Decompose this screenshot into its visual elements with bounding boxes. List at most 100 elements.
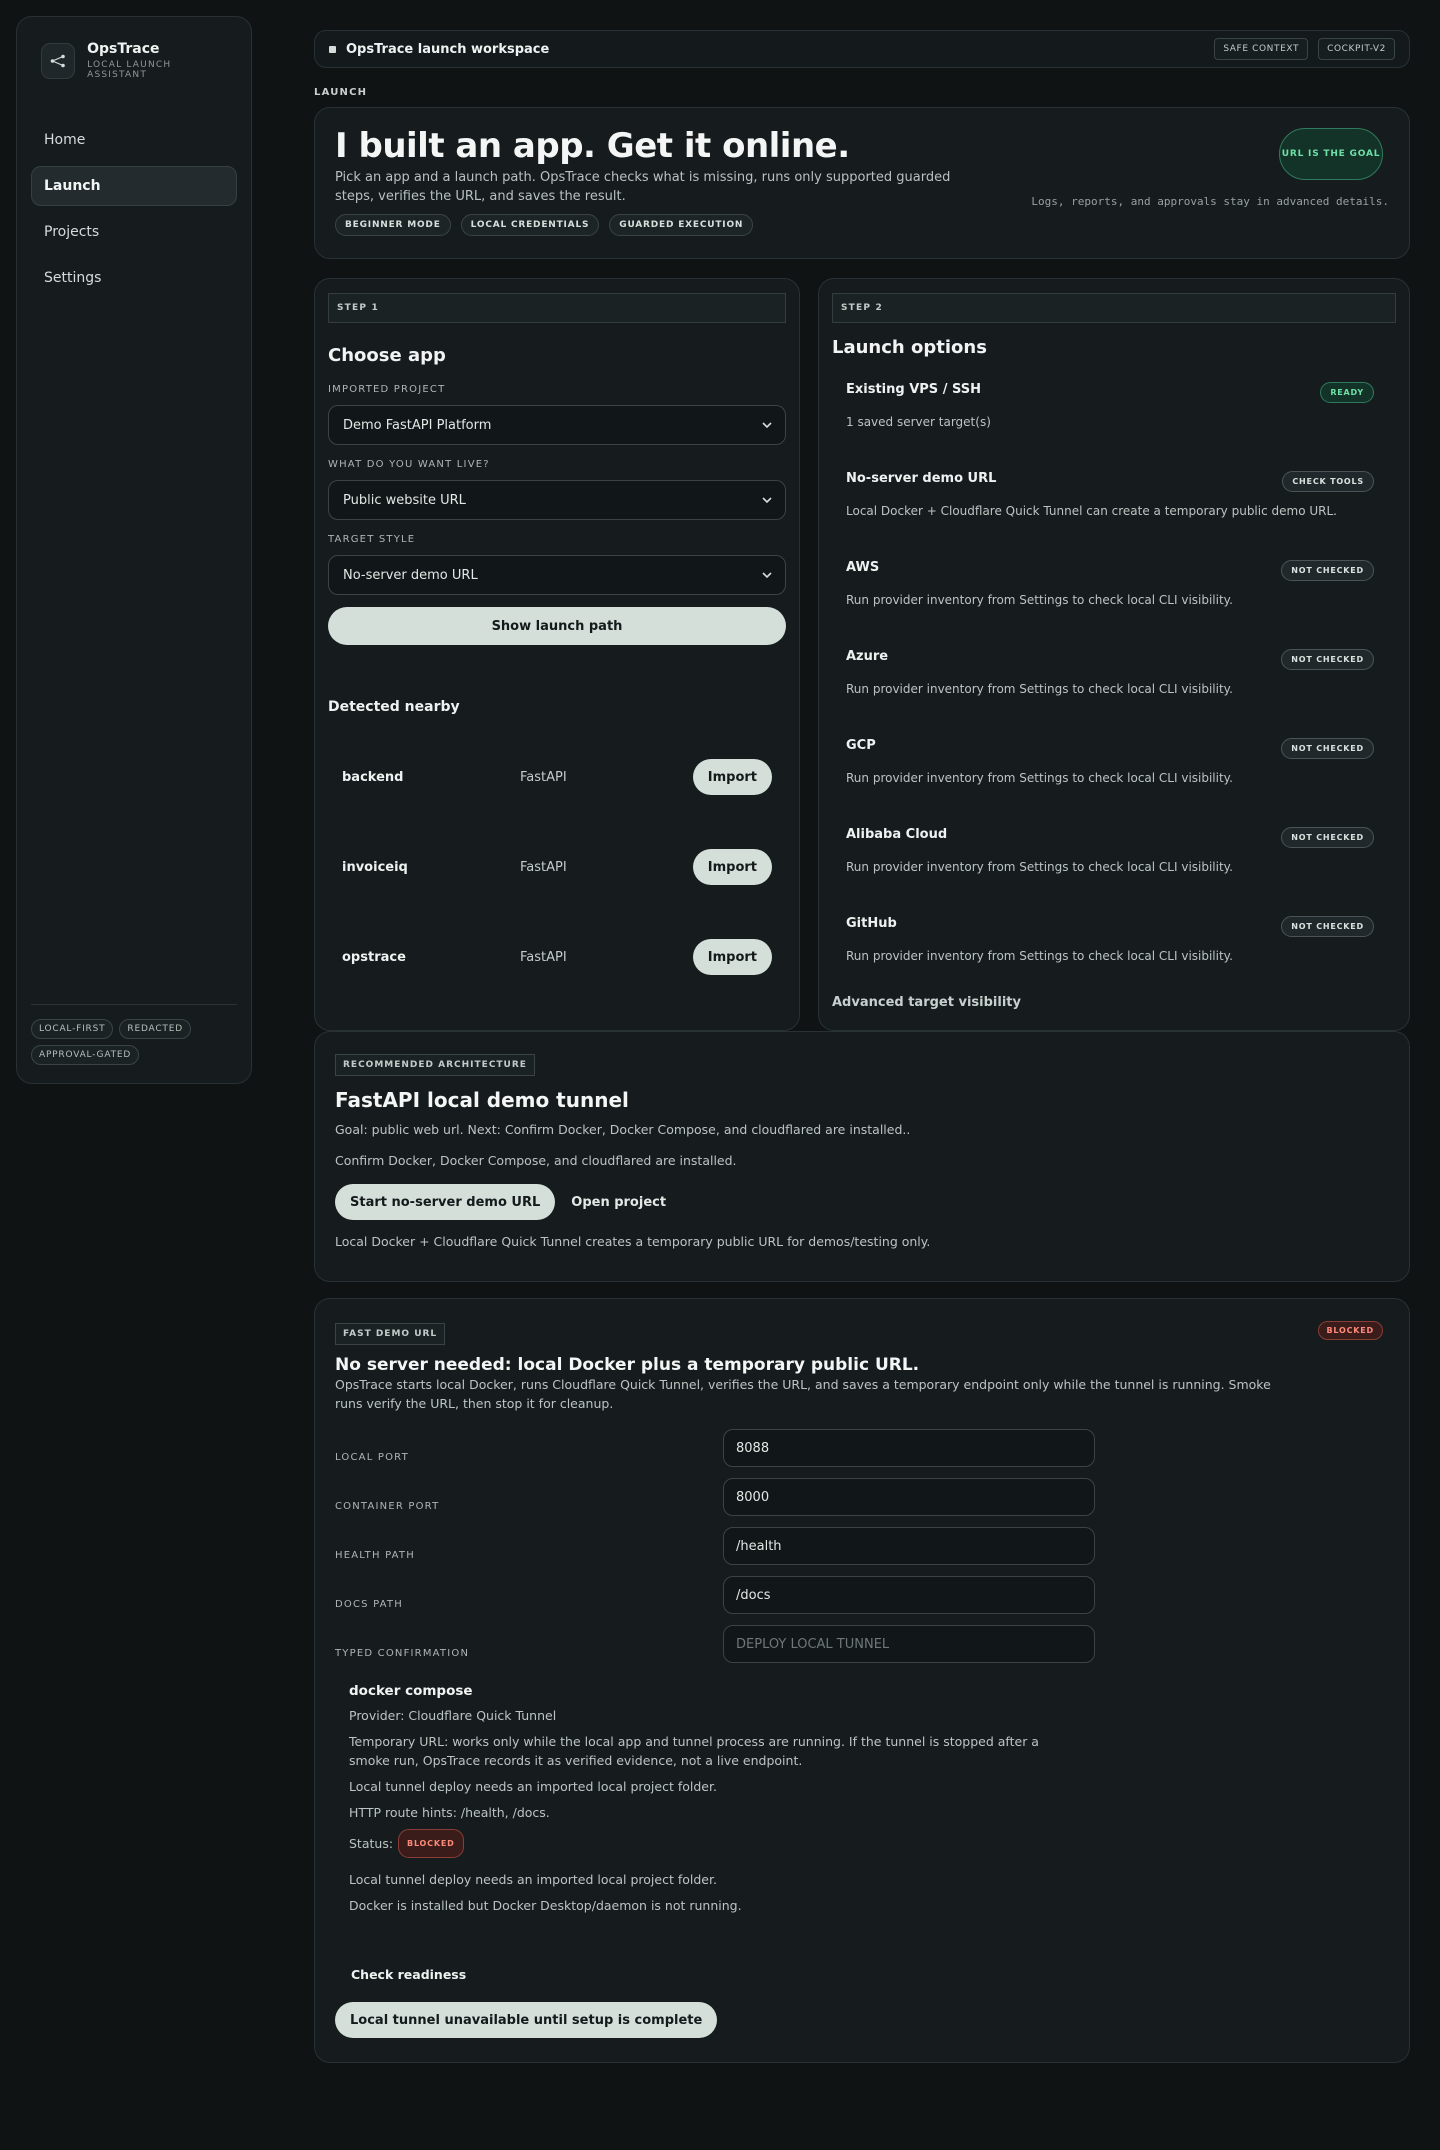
nearby-item: opstrace FastAPI Import	[328, 912, 786, 1002]
launch-option-azure[interactable]: Azure NOT CHECKED Run provider inventory…	[832, 635, 1396, 724]
nearby-framework: FastAPI	[520, 949, 567, 965]
step1-title: Choose app	[328, 345, 446, 366]
form-row-typed-confirmation: TYPED CONFIRMATION DEPLOY LOCAL TUNNEL	[335, 1614, 1389, 1663]
nearby-name: backend	[342, 769, 404, 785]
nearby-name: opstrace	[342, 949, 406, 965]
fast-demo-description: OpsTrace starts local Docker, runs Cloud…	[335, 1377, 1271, 1411]
want-live-select[interactable]: Public website URL	[328, 480, 786, 520]
health-path-input[interactable]: /health	[723, 1527, 1095, 1565]
step2-card: STEP 2 Launch options Existing VPS / SSH…	[818, 278, 1410, 1031]
option-description: Run provider inventory from Settings to …	[846, 949, 1233, 963]
import-button[interactable]: Import	[692, 849, 772, 885]
status-badge: NOT CHECKED	[1281, 916, 1374, 937]
option-description: 1 saved server target(s)	[846, 415, 991, 429]
launch-option-alibaba[interactable]: Alibaba Cloud NOT CHECKED Run provider i…	[832, 813, 1396, 902]
container-port-input[interactable]: 8000	[723, 1478, 1095, 1516]
tunnel-details: docker compose Provider: Cloudflare Quic…	[335, 1683, 1389, 1982]
detected-nearby-title: Detected nearby	[328, 699, 460, 715]
option-description: Run provider inventory from Settings to …	[846, 771, 1233, 785]
square-icon	[329, 45, 336, 53]
typed-confirmation-input[interactable]: DEPLOY LOCAL TUNNEL	[723, 1625, 1095, 1663]
show-launch-path-button[interactable]: Show launch path	[328, 607, 786, 645]
container-port-label: CONTAINER PORT	[335, 1501, 440, 1512]
details-status: Status: BLOCKED	[349, 1829, 1069, 1858]
main-nav: Home Launch Projects Settings	[31, 120, 237, 298]
option-name: Existing VPS / SSH	[846, 382, 981, 397]
launch-option-vps[interactable]: Existing VPS / SSH READY 1 saved server …	[832, 368, 1396, 457]
share-icon	[41, 42, 76, 79]
imported-project-select[interactable]: Demo FastAPI Platform	[328, 405, 786, 445]
form-row-container-port: CONTAINER PORT 8000	[335, 1467, 1389, 1516]
docs-path-input[interactable]: /docs	[723, 1576, 1095, 1614]
start-demo-url-button[interactable]: Start no-server demo URL	[335, 1184, 556, 1220]
target-style-value: No-server demo URL	[343, 567, 478, 583]
chevron-down-icon	[762, 497, 772, 504]
import-button[interactable]: Import	[692, 939, 772, 975]
nav-item-projects[interactable]: Projects	[31, 212, 237, 252]
chip-cockpit-version: COCKPIT-V2	[1318, 38, 1395, 60]
status-badge: CHECK TOOLS	[1282, 471, 1374, 492]
launch-option-gcp[interactable]: GCP NOT CHECKED Run provider inventory f…	[832, 724, 1396, 813]
launch-option-github[interactable]: GitHub NOT CHECKED Run provider inventor…	[832, 902, 1396, 991]
fast-demo-label: FAST DEMO URL	[335, 1323, 446, 1345]
details-temporary-url: Temporary URL: works only while the loca…	[349, 1734, 1039, 1768]
imported-project-label: IMPORTED PROJECT	[328, 384, 446, 395]
architecture-note: Local Docker + Cloudflare Quick Tunnel c…	[335, 1234, 931, 1249]
brand-name: OpsTrace	[87, 41, 160, 57]
health-path-label: HEALTH PATH	[335, 1550, 415, 1561]
details-title: docker compose	[349, 1683, 473, 1699]
nav-item-launch[interactable]: Launch	[31, 166, 237, 206]
nav-item-home[interactable]: Home	[31, 120, 237, 160]
step1-label: STEP 1	[328, 293, 786, 323]
nearby-item: backend FastAPI Import	[328, 732, 786, 822]
import-button[interactable]: Import	[692, 759, 772, 795]
workspace-topbar: OpsTrace launch workspace SAFE CONTEXT C…	[314, 30, 1410, 68]
option-description: Run provider inventory from Settings to …	[846, 682, 1233, 696]
brand-subtitle: LOCAL LAUNCH ASSISTANT	[87, 60, 172, 80]
local-port-input[interactable]: 8088	[723, 1429, 1095, 1467]
hero-title: I built an app. Get it online.	[335, 126, 850, 166]
nav-item-settings[interactable]: Settings	[31, 258, 237, 298]
hero-card: I built an app. Get it online. Pick an a…	[314, 107, 1410, 259]
want-live-value: Public website URL	[343, 492, 466, 508]
fast-demo-title: No server needed: local Docker plus a te…	[335, 1355, 920, 1375]
workspace-title: OpsTrace launch workspace	[346, 41, 550, 57]
step2-label: STEP 2	[832, 293, 1396, 323]
fast-demo-card: FAST DEMO URL BLOCKED No server needed: …	[314, 1298, 1410, 2063]
form-row-docs-path: DOCS PATH /docs	[335, 1565, 1389, 1614]
open-project-button[interactable]: Open project	[565, 1195, 672, 1210]
sidebar-footer-tags: LOCAL-FIRST REDACTED APPROVAL-GATED	[31, 1004, 237, 1065]
nearby-framework: FastAPI	[520, 769, 567, 785]
typed-confirmation-label: TYPED CONFIRMATION	[335, 1648, 470, 1659]
pill-guarded-execution: GUARDED EXECUTION	[609, 214, 754, 236]
architecture-goal: Goal: public web url. Next: Confirm Dock…	[335, 1122, 911, 1137]
check-readiness-button[interactable]: Check readiness	[349, 1967, 1389, 1982]
step1-card: STEP 1 Choose app IMPORTED PROJECT Demo …	[314, 278, 800, 1031]
details-needs-folder: Local tunnel deploy needs an imported lo…	[349, 1779, 717, 1794]
local-tunnel-unavailable-button[interactable]: Local tunnel unavailable until setup is …	[335, 2002, 718, 2038]
launch-option-aws[interactable]: AWS NOT CHECKED Run provider inventory f…	[832, 546, 1396, 635]
hero-description: Pick an app and a launch path. OpsTrace …	[335, 170, 951, 204]
chevron-down-icon	[762, 572, 772, 579]
target-style-select[interactable]: No-server demo URL	[328, 555, 786, 595]
step2-title: Launch options	[832, 337, 987, 358]
brand: OpsTrace LOCAL LAUNCH ASSISTANT	[31, 41, 237, 80]
advanced-target-visibility-toggle[interactable]: Advanced target visibility	[832, 995, 1396, 1010]
form-row-health-path: HEALTH PATH /health	[335, 1516, 1389, 1565]
tag-redacted: REDACTED	[119, 1019, 191, 1039]
pill-local-credentials: LOCAL CREDENTIALS	[460, 214, 600, 236]
nearby-item: invoiceiq FastAPI Import	[328, 822, 786, 912]
status-badge: NOT CHECKED	[1281, 560, 1374, 581]
target-style-label: TARGET STYLE	[328, 534, 416, 545]
tag-local-first: LOCAL-FIRST	[31, 1019, 114, 1039]
goal-badge: URL IS THE GOAL	[1279, 128, 1383, 180]
local-port-label: LOCAL PORT	[335, 1452, 409, 1463]
architecture-card: RECOMMENDED ARCHITECTURE FastAPI local d…	[314, 1031, 1410, 1282]
status-label: Status:	[349, 1836, 394, 1851]
status-badge: NOT CHECKED	[1281, 738, 1374, 759]
architecture-next-step: Confirm Docker, Docker Compose, and clou…	[335, 1153, 737, 1168]
option-description: Local Docker + Cloudflare Quick Tunnel c…	[846, 504, 1337, 518]
issue-item: Docker is installed but Docker Desktop/d…	[349, 1898, 742, 1913]
sidebar: OpsTrace LOCAL LAUNCH ASSISTANT Home Lau…	[16, 16, 252, 1084]
launch-option-no-server[interactable]: No-server demo URL CHECK TOOLS Local Doc…	[832, 457, 1396, 546]
